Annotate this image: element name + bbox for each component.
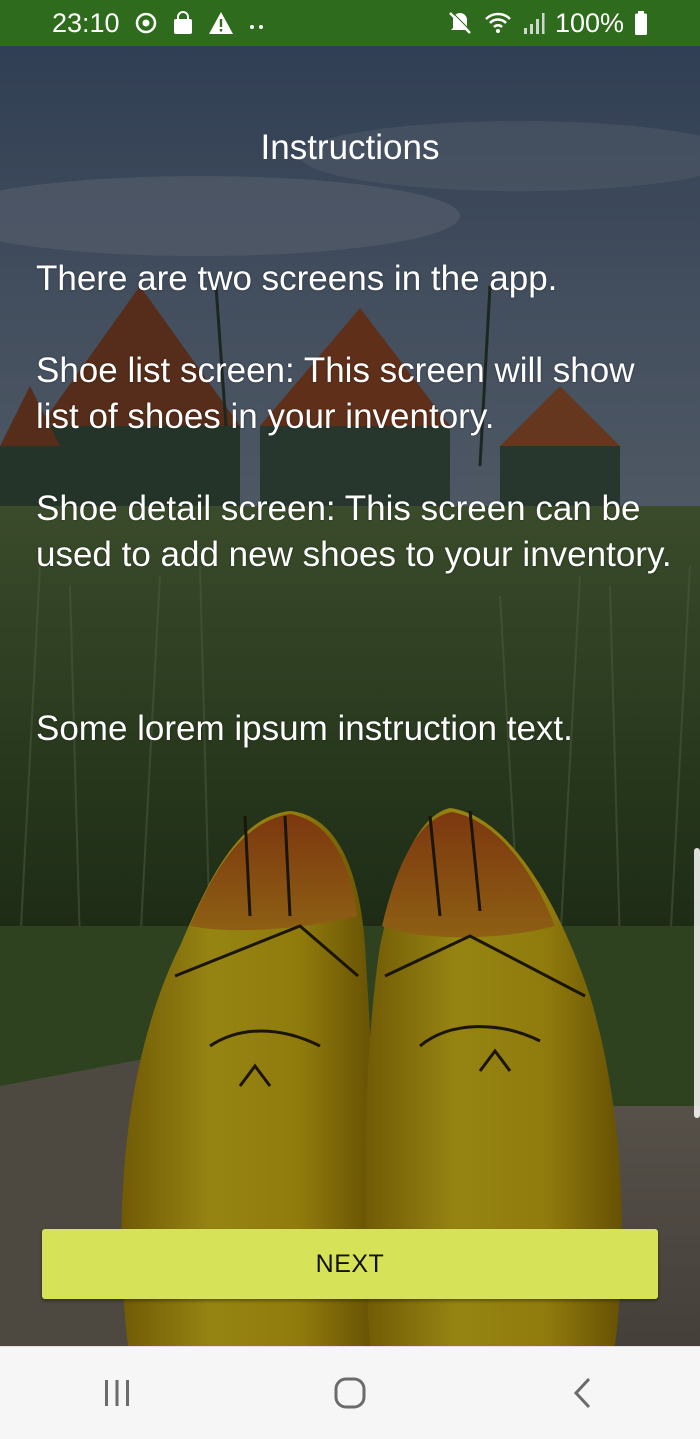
system-nav-bar: [0, 1346, 700, 1439]
battery-percent: 100%: [554, 7, 624, 38]
shopping-bag-icon: [172, 11, 194, 35]
warning-icon: [208, 11, 234, 35]
signal-icon: [523, 11, 545, 35]
next-button[interactable]: NEXT: [42, 1229, 658, 1299]
background-photo: [0, 46, 700, 1346]
instruction-paragraph: Some lorem ipsum instruction text.: [36, 709, 573, 748]
instruction-paragraph: There are two screens in the app.: [36, 259, 558, 298]
instruction-paragraph: Shoe list screen: This screen will show …: [36, 351, 635, 436]
instruction-paragraph: Shoe detail screen: This screen can be u…: [36, 489, 672, 574]
recents-icon[interactable]: [57, 1353, 177, 1433]
back-icon[interactable]: [523, 1353, 643, 1433]
scrollbar[interactable]: [694, 848, 700, 1118]
mute-icon: [447, 10, 473, 36]
instructions-screen: Instructions There are two screens in th…: [0, 46, 700, 1346]
wifi-icon: [483, 10, 513, 36]
sync-icon: [134, 11, 158, 35]
status-time: 23:10: [52, 7, 120, 38]
status-bar: 23:10 100%: [0, 0, 700, 46]
home-icon[interactable]: [290, 1353, 410, 1433]
more-dots-icon: [248, 11, 266, 35]
page-title: Instructions: [260, 128, 440, 167]
battery-icon: [634, 10, 648, 36]
